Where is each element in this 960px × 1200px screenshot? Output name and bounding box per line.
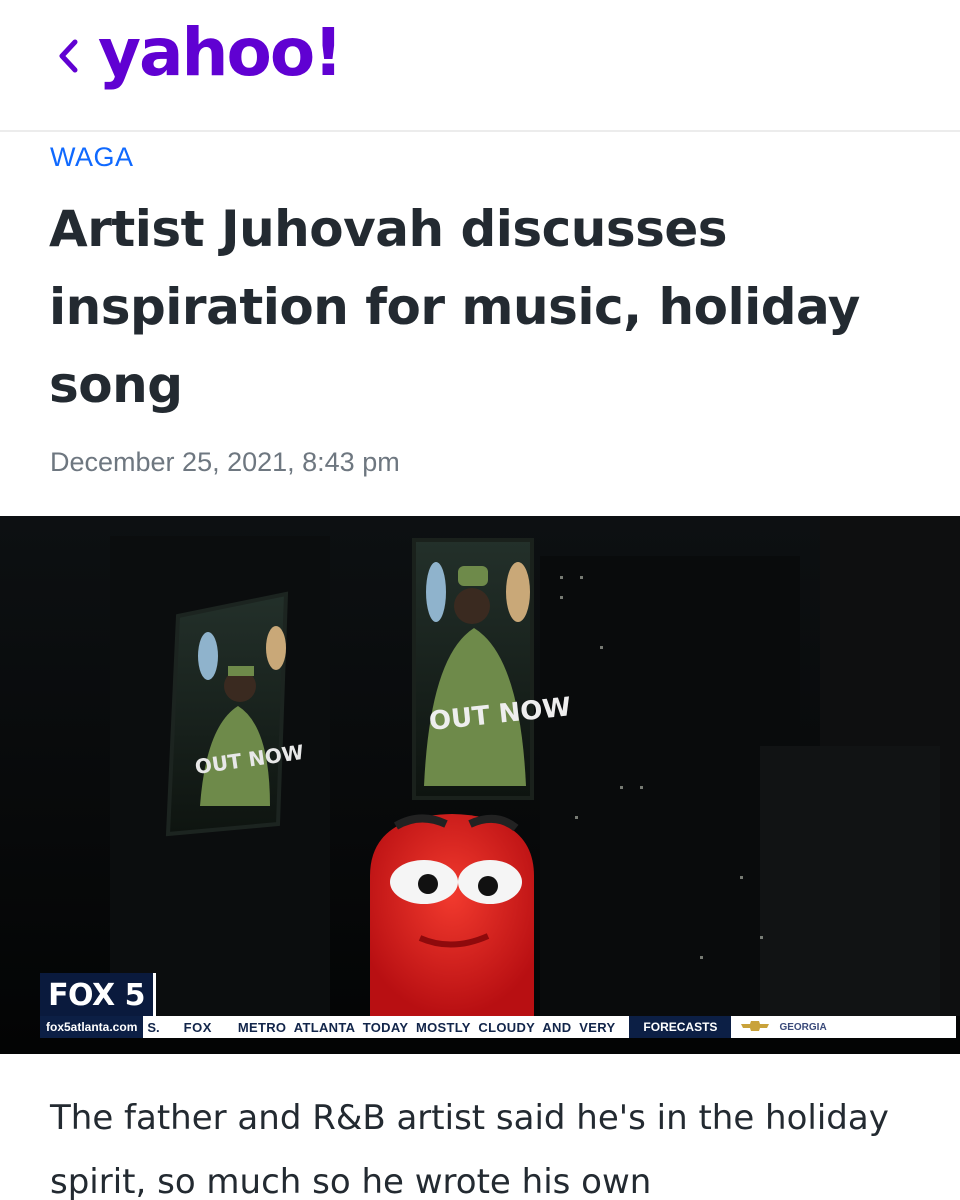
chevrolet-bowtie-icon: [741, 1020, 770, 1034]
video-player[interactable]: OUT NOW OUT NOW FOX 5 fox5atlanta.com S.…: [0, 516, 960, 1054]
ticker-text: METRO ATLANTA TODAY MOSTLY CLOUDY AND VE…: [237, 1019, 616, 1035]
ticker-segment: S.: [147, 1019, 160, 1035]
ticker-network-logo: FOX: [183, 1019, 212, 1035]
fox5-station-badge: FOX 5: [40, 973, 156, 1017]
ticker-site: fox5atlanta.com: [40, 1016, 144, 1038]
top-bar: yahoo!: [0, 0, 960, 132]
publish-date: December 25, 2021, 8:43 pm: [50, 447, 400, 477]
article-headline: Artist Juhovah discusses inspiration for…: [49, 200, 860, 414]
ticker-forecasts-label: FORECASTS: [629, 1016, 732, 1038]
sponsor-text: GEORGIA: [779, 1021, 827, 1033]
news-ticker-bar: fox5atlanta.com S. FOX METRO ATLANTA TOD…: [40, 1016, 956, 1038]
yahoo-logo[interactable]: yahoo!: [98, 14, 343, 91]
article-body-paragraph: The father and R&B artist said he's in t…: [50, 1098, 889, 1200]
source-link[interactable]: WAGA: [50, 142, 134, 173]
chevron-left-icon: [57, 38, 79, 79]
ticker-sponsor: GEORGIA: [731, 1020, 827, 1034]
back-button[interactable]: [52, 34, 84, 82]
